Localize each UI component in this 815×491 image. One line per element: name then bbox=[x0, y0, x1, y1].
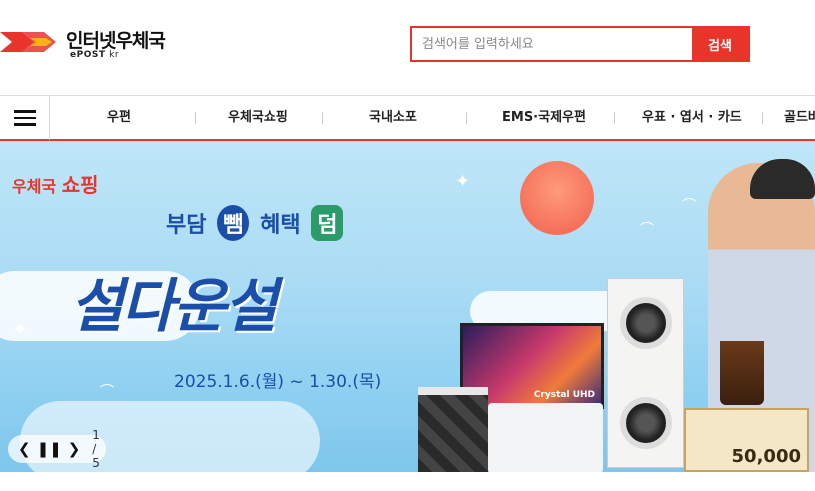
product-pedestal bbox=[488, 403, 603, 472]
nav-divider bbox=[195, 112, 196, 124]
coffee-product-image bbox=[720, 341, 764, 405]
logo-title: 인터넷우체국 bbox=[66, 30, 166, 52]
nav-item-domestic-parcel[interactable]: 국내소포 bbox=[369, 96, 417, 140]
gift-certificate-image: 50,000 bbox=[684, 408, 809, 472]
tagline-badge-2: 덤 bbox=[311, 205, 344, 241]
sparkle-icon: ✦ bbox=[455, 171, 471, 192]
tagline-badge-1: 뺌 bbox=[217, 205, 250, 241]
shop-logo-main: 쇼핑 bbox=[61, 173, 99, 197]
epost-logo[interactable]: 인터넷우체국 ePOST kr bbox=[0, 24, 190, 64]
nav-divider bbox=[762, 112, 763, 124]
nav-divider bbox=[322, 112, 323, 124]
main-navigation: 우편 우체국쇼핑 국내소포 EMS·국제우편 우표 · 엽서 · 카드 골드바 bbox=[0, 95, 815, 141]
slider-controls: ❮ ❚❚ ❯ 1 / 5 bbox=[8, 428, 106, 470]
gift-certificate-value: 50,000 bbox=[731, 446, 801, 467]
search-bar: 검색 bbox=[410, 26, 750, 62]
sparkle-icon: ✦ bbox=[12, 319, 28, 340]
post-shopping-logo: 우체국 쇼핑 bbox=[12, 169, 99, 198]
dryer-drum bbox=[620, 297, 672, 349]
promo-date: 2025.1.6.(월) ~ 1.30.(목) bbox=[174, 372, 382, 392]
nav-item-gold-bar[interactable]: 골드바 bbox=[784, 96, 815, 140]
next-slide-icon[interactable]: ❯ bbox=[68, 441, 81, 457]
search-button[interactable]: 검색 bbox=[692, 28, 748, 60]
tagline-part-1: 부담 bbox=[166, 213, 207, 238]
promo-tagline: 부담 뺌 혜택 덤 bbox=[166, 205, 344, 241]
nav-item-shopping[interactable]: 우체국쇼핑 bbox=[228, 96, 288, 140]
shop-logo-prefix: 우체국 bbox=[12, 177, 57, 196]
nav-divider bbox=[614, 112, 615, 124]
model-hair bbox=[750, 159, 815, 199]
nav-divider bbox=[466, 112, 467, 124]
nav-item-ems-international[interactable]: EMS·국제우편 bbox=[502, 96, 586, 140]
slide-counter: 1 / 5 bbox=[92, 428, 100, 470]
promo-headline: 설다운설 bbox=[70, 272, 277, 340]
site-header: 인터넷우체국 ePOST kr 검색 bbox=[0, 0, 815, 95]
washer-drum bbox=[620, 397, 672, 449]
logo-sub-brand: ePOST bbox=[70, 50, 106, 60]
hamburger-menu-icon[interactable] bbox=[0, 96, 50, 140]
sun-decoration bbox=[520, 161, 594, 235]
prev-slide-icon[interactable]: ❮ bbox=[18, 441, 31, 457]
pause-icon[interactable]: ❚❚ bbox=[37, 441, 62, 457]
crane-icon: ⌒ bbox=[682, 198, 696, 214]
page-below-banner bbox=[0, 472, 815, 491]
epost-logo-mark-icon bbox=[0, 32, 56, 52]
logo-sub-domain: kr bbox=[109, 50, 120, 60]
crane-icon: ⌒ bbox=[640, 222, 654, 238]
crane-icon: ⌒ bbox=[100, 384, 114, 400]
promo-banner[interactable]: ✦ ✦ ⌒ ⌒ ⌒ 우체국 쇼핑 부담 뺌 혜택 덤 설다운설 2025.1.6… bbox=[0, 141, 815, 472]
tv-label: Crystal UHD bbox=[533, 390, 595, 400]
nav-item-mail[interactable]: 우편 bbox=[107, 96, 131, 140]
air-purifier-product-image bbox=[418, 387, 488, 472]
tagline-part-2: 혜택 bbox=[260, 213, 301, 238]
nav-item-stamps-cards[interactable]: 우표 · 엽서 · 카드 bbox=[642, 96, 742, 140]
search-input[interactable] bbox=[412, 28, 692, 60]
washer-dryer-product-image bbox=[607, 278, 684, 468]
logo-subtitle: ePOST kr bbox=[70, 50, 119, 60]
